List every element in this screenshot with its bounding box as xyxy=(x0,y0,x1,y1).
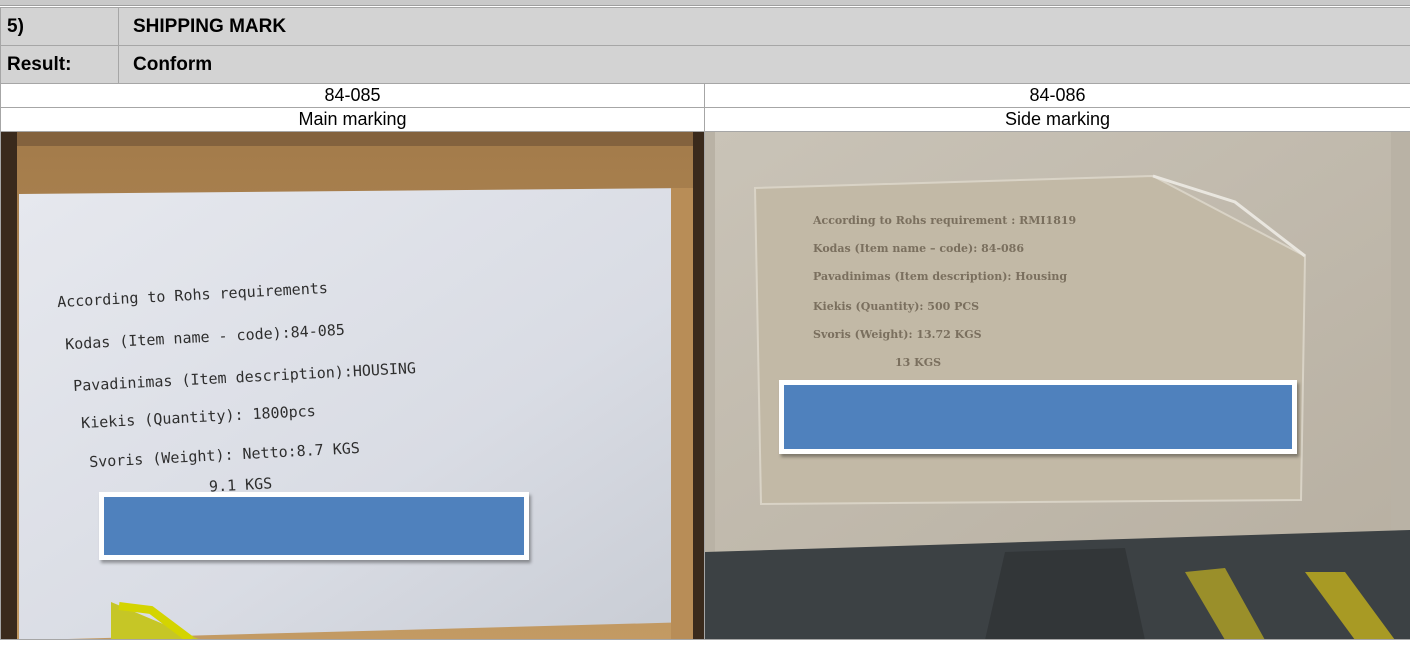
section-header-row: 5) SHIPPING MARK xyxy=(0,7,1410,46)
section-title: SHIPPING MARK xyxy=(117,7,1410,46)
caption-right: Side marking xyxy=(703,107,1410,132)
result-value: Conform xyxy=(117,45,1410,84)
report-page: 5) SHIPPING MARK Result: Conform 84-085 … xyxy=(0,0,1410,657)
side-marking-photo: According to Rohs requirement : RMI1819 … xyxy=(705,132,1410,639)
top-rule xyxy=(0,0,1410,6)
side-label-line-4: Kiekis (Quantity): 500 PCS xyxy=(813,300,980,313)
caption-left: Main marking xyxy=(0,107,705,132)
side-label-line-1: According to Rohs requirement : RMI1819 xyxy=(813,214,1077,227)
side-label-line-5: Svoris (Weight): 13.72 KGS xyxy=(813,328,982,341)
side-label-line-2: Kodas (Item name – code): 84-086 xyxy=(813,242,1024,255)
side-label-line-6: 13 KGS xyxy=(895,356,942,369)
photo-cell-right: According to Rohs requirement : RMI1819 … xyxy=(703,131,1410,640)
item-code-left: 84-085 xyxy=(0,83,705,108)
photo-row: According to Rohs requirements Kodas (It… xyxy=(0,131,1410,640)
photo-cell-left: According to Rohs requirements Kodas (It… xyxy=(0,131,705,640)
item-code-right: 84-086 xyxy=(703,83,1410,108)
section-number: 5) xyxy=(0,7,119,46)
shipping-mark-table: 5) SHIPPING MARK Result: Conform 84-085 … xyxy=(0,7,1410,640)
main-redaction-box xyxy=(99,492,529,560)
item-code-row: 84-085 84-086 xyxy=(0,83,1410,108)
side-redaction-box xyxy=(779,380,1297,454)
side-label-line-3: Pavadinimas (Item description): Housing xyxy=(813,270,1068,283)
result-label: Result: xyxy=(0,45,119,84)
main-marking-photo: According to Rohs requirements Kodas (It… xyxy=(1,132,704,639)
caption-row: Main marking Side marking xyxy=(0,107,1410,132)
result-row: Result: Conform xyxy=(0,45,1410,84)
